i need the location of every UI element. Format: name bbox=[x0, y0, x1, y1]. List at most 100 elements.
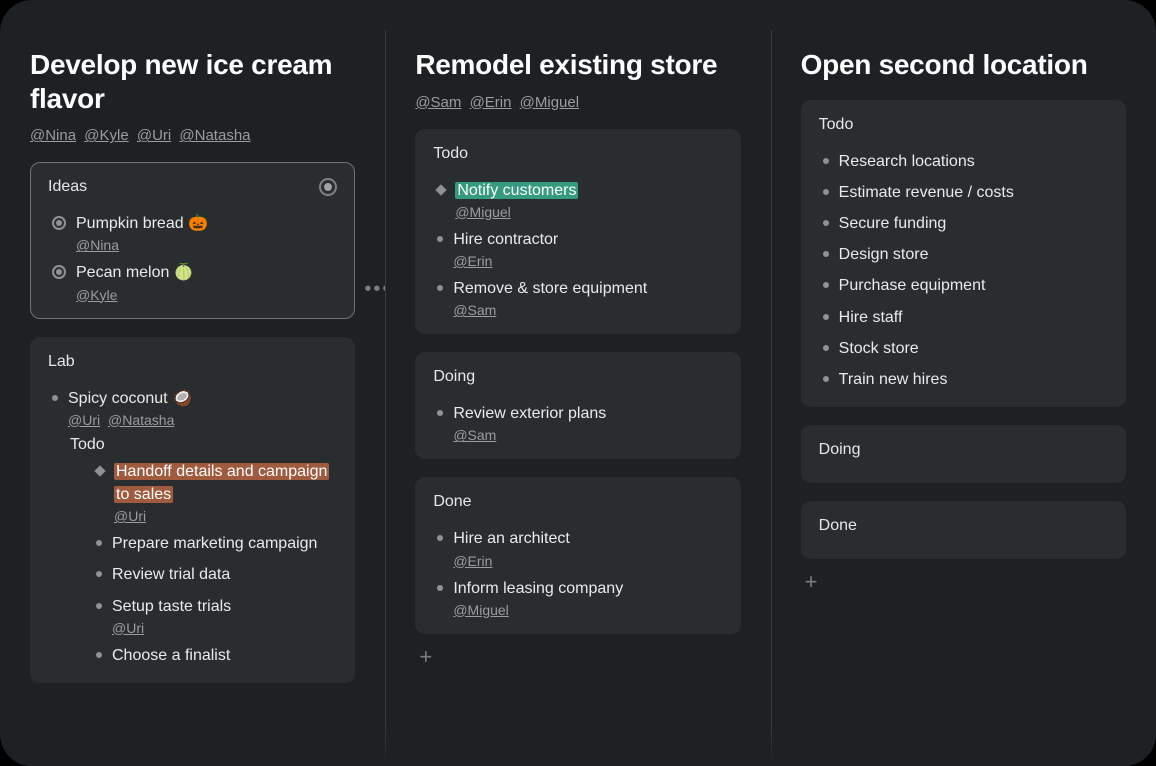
list-item[interactable]: Secure funding bbox=[819, 206, 1108, 237]
add-card-button[interactable]: + bbox=[415, 634, 740, 680]
list-item[interactable]: Hire staff bbox=[819, 300, 1108, 331]
list-item[interactable]: Pumpkin bread 🎃@Nina bbox=[48, 206, 337, 255]
radio-ring-icon[interactable] bbox=[319, 178, 337, 196]
board-app: Develop new ice cream flavor@Nina @Kyle … bbox=[0, 0, 1156, 766]
item-text: Research locations bbox=[839, 150, 1108, 173]
mention[interactable]: @Miguel bbox=[453, 602, 508, 618]
assignee-row: @Erin bbox=[453, 553, 722, 569]
fade-overlay bbox=[771, 726, 1156, 766]
card-header: Lab bbox=[48, 353, 337, 371]
doing-card[interactable]: DoingReview exterior plans@Sam bbox=[415, 352, 740, 459]
mention[interactable]: @Erin bbox=[453, 553, 492, 569]
mention[interactable]: @Kyle bbox=[76, 287, 117, 303]
list-item[interactable]: Design store bbox=[819, 237, 1108, 268]
item-body: Train new hires bbox=[839, 368, 1108, 391]
item-body: Hire staff bbox=[839, 306, 1108, 329]
radio-bullet-icon bbox=[52, 265, 66, 279]
list-item[interactable]: Setup taste trials@Uri bbox=[92, 589, 337, 638]
todo-card[interactable]: Todo Research locations Estimate revenue /… bbox=[801, 100, 1126, 408]
done-card[interactable]: Done bbox=[801, 501, 1126, 559]
list-item[interactable]: Review exterior plans@Sam bbox=[433, 396, 722, 445]
mention[interactable]: @Miguel bbox=[455, 204, 510, 220]
ideas-card[interactable]: Ideas Pumpkin bread 🎃@Nina Pecan melon 🍈 @K… bbox=[30, 162, 355, 318]
mention[interactable]: @Erin bbox=[470, 94, 512, 111]
item-text: Estimate revenue / costs bbox=[839, 181, 1108, 204]
list-item[interactable]: Choose a finalist bbox=[92, 638, 337, 669]
item-text: Train new hires bbox=[839, 368, 1108, 391]
assignee-row: @Miguel bbox=[455, 204, 722, 220]
mention[interactable]: @Nina bbox=[76, 237, 119, 253]
mention[interactable]: @Miguel bbox=[520, 94, 579, 111]
assignee-row: @Kyle bbox=[76, 287, 337, 303]
more-actions-icon[interactable]: ••• bbox=[364, 278, 385, 301]
assignee-row: @Nina bbox=[76, 237, 337, 253]
highlighted-text: Handoff details and campaign to sales bbox=[114, 463, 329, 503]
doing-card[interactable]: Doing bbox=[801, 425, 1126, 483]
item-body: Inform leasing company@Miguel bbox=[453, 577, 722, 618]
item-list: Hire an architect @Erin Inform leasing com… bbox=[433, 521, 722, 619]
list-item[interactable]: Pecan melon 🍈 @Kyle bbox=[48, 255, 337, 304]
item-list: Review exterior plans@Sam bbox=[433, 396, 722, 445]
item-body: Spicy coconut 🥥 @Uri @Natasha bbox=[68, 387, 337, 428]
mention[interactable]: @Natasha bbox=[179, 127, 250, 144]
dot-bullet-icon bbox=[823, 345, 829, 351]
item-body: Stock store bbox=[839, 337, 1108, 360]
diamond-bullet-icon bbox=[94, 465, 105, 476]
card-header: Todo bbox=[819, 116, 1108, 134]
list-item[interactable]: Stock store bbox=[819, 331, 1108, 362]
item-body: Hire contractor@Erin bbox=[453, 228, 722, 269]
mention[interactable]: @Uri bbox=[114, 508, 146, 524]
mention[interactable]: @Uri bbox=[112, 620, 144, 636]
item-body: Pumpkin bread 🎃@Nina bbox=[76, 212, 337, 253]
list-item[interactable]: Inform leasing company@Miguel bbox=[433, 571, 722, 620]
mention[interactable]: @Natasha bbox=[108, 412, 174, 428]
card-header: Done bbox=[433, 493, 722, 511]
dot-bullet-icon bbox=[823, 251, 829, 257]
list-item[interactable]: Notify customers@Miguel bbox=[433, 173, 722, 222]
mention[interactable]: @Kyle bbox=[84, 127, 128, 144]
list-item[interactable]: Hire contractor@Erin bbox=[433, 222, 722, 271]
mention[interactable]: @Uri bbox=[68, 412, 100, 428]
dot-bullet-icon bbox=[437, 410, 443, 416]
item-body: Setup taste trials@Uri bbox=[112, 595, 337, 636]
list-item[interactable]: Hire an architect @Erin bbox=[433, 521, 722, 570]
done-card[interactable]: Done Hire an architect @Erin Inform leasing… bbox=[415, 477, 740, 633]
lab-card[interactable]: LabSpicy coconut 🥥@Uri @NatashaTodoHando… bbox=[30, 337, 355, 683]
dot-bullet-icon bbox=[437, 236, 443, 242]
mention[interactable]: @Erin bbox=[453, 253, 492, 269]
add-card-button[interactable]: + bbox=[801, 559, 1126, 605]
item-body: Hire an architect @Erin bbox=[453, 527, 722, 568]
item-text: Choose a finalist bbox=[112, 644, 337, 667]
diamond-bullet-icon bbox=[436, 184, 447, 195]
dot-bullet-icon bbox=[823, 189, 829, 195]
item-text: Pecan melon 🍈 bbox=[76, 261, 337, 284]
item-text: Spicy coconut 🥥 bbox=[68, 387, 337, 410]
card-header: Todo bbox=[433, 145, 722, 163]
list-item[interactable]: Review trial data bbox=[92, 557, 337, 588]
item-list: Spicy coconut 🥥@Uri @NatashaTodoHandoff … bbox=[48, 381, 337, 669]
list-item[interactable]: Estimate revenue / costs bbox=[819, 175, 1108, 206]
mention[interactable]: @Nina bbox=[30, 127, 76, 144]
board-column: Develop new ice cream flavor@Nina @Kyle … bbox=[0, 0, 385, 766]
mention[interactable]: @Uri bbox=[137, 127, 171, 144]
list-item[interactable]: Remove & store equipment@Sam bbox=[433, 271, 722, 320]
list-item[interactable]: Spicy coconut 🥥 @Uri @Natasha bbox=[48, 381, 337, 430]
mention[interactable]: @Sam bbox=[453, 427, 496, 443]
radio-bullet-icon bbox=[52, 216, 66, 230]
list-item[interactable]: Train new hires bbox=[819, 362, 1108, 393]
dot-bullet-icon bbox=[823, 282, 829, 288]
list-item[interactable]: Research locations bbox=[819, 144, 1108, 175]
card-header: Ideas bbox=[48, 178, 337, 196]
mention[interactable]: @Sam bbox=[453, 302, 496, 318]
list-item[interactable]: Purchase equipment bbox=[819, 268, 1108, 299]
dot-bullet-icon bbox=[823, 220, 829, 226]
list-item[interactable]: Prepare marketing campaign bbox=[92, 526, 337, 557]
assignee-row: @Uri @Natasha bbox=[68, 412, 337, 428]
item-text: Review trial data bbox=[112, 563, 337, 586]
todo-card[interactable]: Todo Notify customers@Miguel Hire contract… bbox=[415, 129, 740, 335]
item-body: Handoff details and campaign to sales @Ur… bbox=[114, 460, 337, 524]
dot-bullet-icon bbox=[823, 158, 829, 164]
item-text: Hire an architect bbox=[453, 527, 722, 550]
mention[interactable]: @Sam bbox=[415, 94, 461, 111]
list-item[interactable]: Handoff details and campaign to sales @Ur… bbox=[92, 454, 337, 526]
